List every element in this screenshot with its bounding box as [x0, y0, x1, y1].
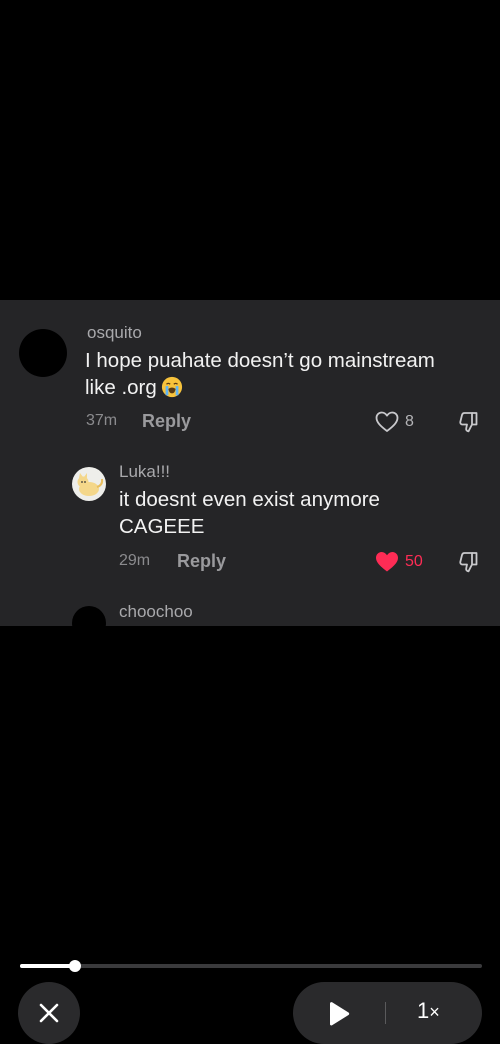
reply-button[interactable]: Reply — [177, 551, 226, 572]
avatar[interactable] — [19, 329, 67, 377]
avatar[interactable] — [72, 606, 106, 626]
like-count: 8 — [405, 413, 414, 430]
close-button[interactable] — [18, 982, 80, 1044]
comment-text-line-text: like .org — [85, 376, 157, 399]
like-count: 50 — [405, 553, 423, 570]
player-controls: 1× — [293, 982, 482, 1044]
avatar[interactable] — [72, 467, 106, 501]
heart-outline-icon — [375, 411, 399, 432]
dislike-icon — [459, 412, 478, 433]
comment-text-line: I hope puahate doesn’t go mainstream — [85, 349, 435, 372]
play-icon — [330, 1002, 350, 1026]
reply-button[interactable]: Reply — [142, 411, 191, 432]
comment-luka: Luka!!! it doesnt even exist anymore CAG… — [0, 450, 500, 590]
comment-text-line-2: like .org — [85, 374, 485, 401]
speed-suffix: × — [429, 1002, 440, 1022]
comment-username[interactable]: osquito — [87, 323, 142, 343]
comment-time: 37m — [86, 412, 118, 429]
comment-text: I hope puahate doesn’t go mainstream lik… — [85, 347, 485, 401]
dislike-button[interactable] — [457, 410, 481, 439]
dislike-button[interactable] — [457, 550, 481, 579]
play-button[interactable] — [323, 999, 353, 1029]
like-button[interactable]: 50 — [375, 551, 423, 573]
like-button[interactable]: 8 — [375, 411, 414, 433]
divider — [385, 1002, 386, 1024]
comment-text-line: it doesnt even exist anymore — [119, 488, 380, 511]
comment-osquito: osquito I hope puahate doesn’t go mainst… — [0, 300, 500, 450]
comment-text: it doesnt even exist anymore CAGEEE — [119, 486, 479, 540]
progress-fill — [20, 964, 76, 968]
dislike-icon — [459, 552, 478, 573]
crying-face-emoji-icon — [161, 376, 182, 398]
playback-speed-button[interactable]: 1× — [417, 998, 440, 1024]
cat-drawing-icon — [77, 473, 104, 496]
heart-filled-icon — [376, 552, 398, 572]
comment-time: 29m — [119, 552, 151, 569]
comments-panel: osquito I hope puahate doesn’t go mainst… — [0, 300, 500, 626]
close-icon — [39, 1003, 59, 1023]
progress-bar[interactable] — [20, 960, 482, 972]
comment-username[interactable]: Luka!!! — [119, 462, 170, 482]
speed-value: 1 — [417, 998, 430, 1023]
comment-text-line-2: CAGEEE — [119, 515, 205, 538]
progress-handle[interactable] — [69, 960, 82, 972]
comment-choochoo: choochoo — [0, 590, 500, 626]
comment-username[interactable]: choochoo — [119, 602, 193, 622]
